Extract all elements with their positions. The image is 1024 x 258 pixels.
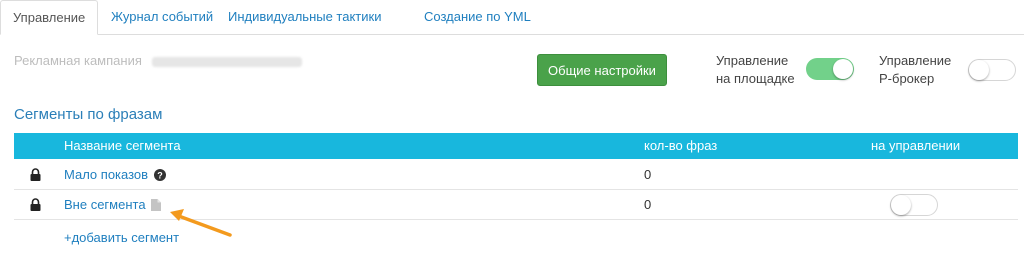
column-header-name: Название сегмента bbox=[64, 138, 181, 153]
segment-phrase-count: 0 bbox=[644, 197, 652, 212]
annotation-arrow-icon bbox=[170, 209, 232, 237]
broker-management-label-line1: Управление bbox=[879, 53, 952, 68]
file-icon[interactable] bbox=[151, 192, 162, 222]
tab-bar: Управление Журнал событий Индивидуальные… bbox=[0, 0, 1024, 35]
section-title: Сегменты по фразам bbox=[14, 106, 163, 123]
platform-management-label-line1: Управление bbox=[716, 53, 789, 68]
platform-management-label-line2: на площадке bbox=[716, 71, 795, 86]
campaign-label: Рекламная кампания bbox=[14, 53, 142, 68]
tab-management[interactable]: Управление bbox=[0, 0, 99, 35]
segment-link[interactable]: Мало показов ? bbox=[64, 160, 166, 192]
campaign-name-redacted bbox=[151, 56, 302, 67]
question-circle-icon[interactable]: ? bbox=[153, 162, 166, 192]
segment-link[interactable]: Вне сегмента bbox=[64, 190, 162, 222]
lock-icon bbox=[30, 198, 41, 214]
broker-management-toggle[interactable] bbox=[968, 59, 1016, 81]
platform-management-label: Управление на площадке bbox=[716, 52, 795, 88]
tab-yml-creation[interactable]: Создание по YML bbox=[424, 0, 531, 35]
toggle-knob bbox=[969, 60, 989, 80]
broker-management-label-line2: Р-брокер bbox=[879, 71, 935, 86]
general-settings-button[interactable]: Общие настройки bbox=[537, 54, 667, 86]
segment-phrase-count: 0 bbox=[644, 167, 652, 182]
column-header-count: кол-во фраз bbox=[644, 138, 718, 153]
segment-name: Мало показов bbox=[64, 167, 149, 182]
segment-name: Вне сегмента bbox=[64, 197, 146, 212]
toggle-knob bbox=[891, 195, 911, 215]
segment-management-toggle[interactable] bbox=[890, 194, 938, 216]
tab-individual-tactics[interactable]: Индивидуальные тактики bbox=[228, 0, 381, 35]
column-header-managed: на управлении bbox=[871, 138, 961, 153]
tab-event-log[interactable]: Журнал событий bbox=[111, 0, 213, 35]
toggle-knob bbox=[833, 59, 853, 79]
broker-management-label: Управление Р-брокер bbox=[879, 52, 951, 88]
svg-text:?: ? bbox=[157, 170, 163, 180]
platform-management-toggle[interactable] bbox=[806, 58, 854, 80]
lock-icon bbox=[30, 168, 41, 184]
table-header: Название сегмента кол-во фраз на управле… bbox=[14, 133, 1018, 159]
table-row: Мало показов ? 0 bbox=[14, 160, 1018, 190]
add-segment-link[interactable]: +добавить сегмент bbox=[64, 230, 179, 245]
campaign-line: Рекламная кампания bbox=[14, 53, 302, 68]
